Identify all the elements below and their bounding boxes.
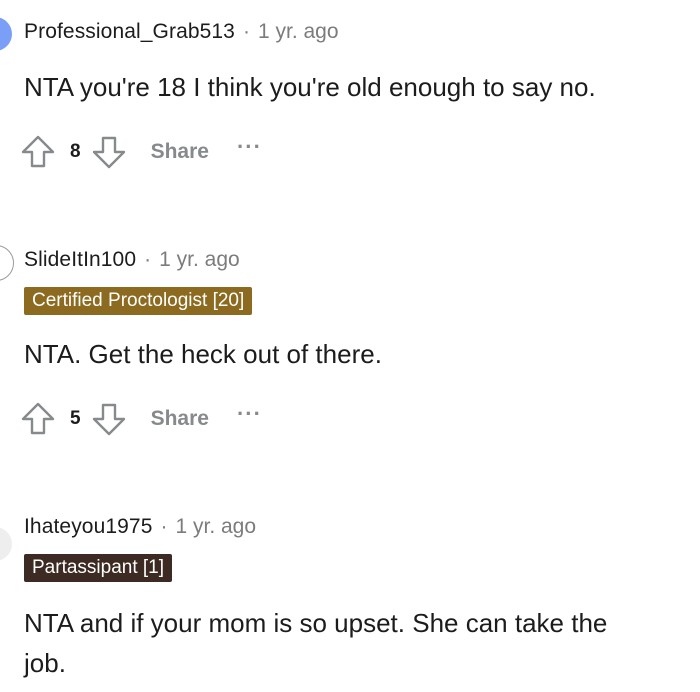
user-flair-badge: Certified Proctologist [20] [24, 287, 253, 315]
vote-score: 5 [70, 408, 81, 429]
comment-text-line: job. [24, 648, 66, 678]
more-options-icon[interactable]: ··· [237, 134, 262, 160]
separator-dot: · [144, 248, 152, 271]
share-button[interactable]: Share [151, 407, 209, 431]
comment-body: NTA. Get the heck out of there. [24, 334, 684, 374]
comment-header: Professional_Grab513 · 1 yr. ago [24, 20, 339, 44]
timestamp-link[interactable]: 1 yr. ago [159, 248, 240, 272]
timestamp-link[interactable]: 1 yr. ago [258, 20, 339, 44]
upvote-icon[interactable] [20, 401, 56, 437]
comment-body: NTA and if your mom is so upset. She can… [24, 603, 684, 683]
downvote-icon[interactable] [91, 401, 127, 437]
avatar[interactable] [0, 527, 12, 561]
user-flair-badge: Partassipant [1] [24, 554, 173, 582]
comment-text-line: NTA and if your mom is so upset. She can… [24, 608, 608, 638]
comment-body: NTA you're 18 I think you're old enough … [24, 67, 684, 107]
avatar[interactable] [0, 245, 14, 281]
username-link[interactable]: SlideItIn100 [24, 248, 136, 272]
upvote-icon[interactable] [20, 134, 56, 170]
comment-text-line: NTA you're 18 I think you're old enough … [24, 72, 596, 102]
separator-dot: · [160, 515, 168, 538]
more-options-icon[interactable]: ··· [237, 401, 262, 427]
comment-header: SlideItIn100 · 1 yr. ago [24, 248, 240, 272]
downvote-icon[interactable] [91, 134, 127, 170]
comment-actions: 8 Share ··· [20, 132, 262, 172]
timestamp-link[interactable]: 1 yr. ago [175, 515, 256, 539]
comment-text-line: NTA. Get the heck out of there. [24, 339, 382, 369]
comment-actions: 5 Share ··· [20, 399, 262, 439]
comment-header: Ihateyou1975 · 1 yr. ago [24, 515, 256, 539]
vote-score: 8 [70, 141, 81, 162]
username-link[interactable]: Ihateyou1975 [24, 515, 152, 539]
separator-dot: · [242, 20, 250, 43]
avatar[interactable] [0, 17, 12, 51]
username-link[interactable]: Professional_Grab513 [24, 20, 235, 44]
share-button[interactable]: Share [151, 140, 209, 164]
